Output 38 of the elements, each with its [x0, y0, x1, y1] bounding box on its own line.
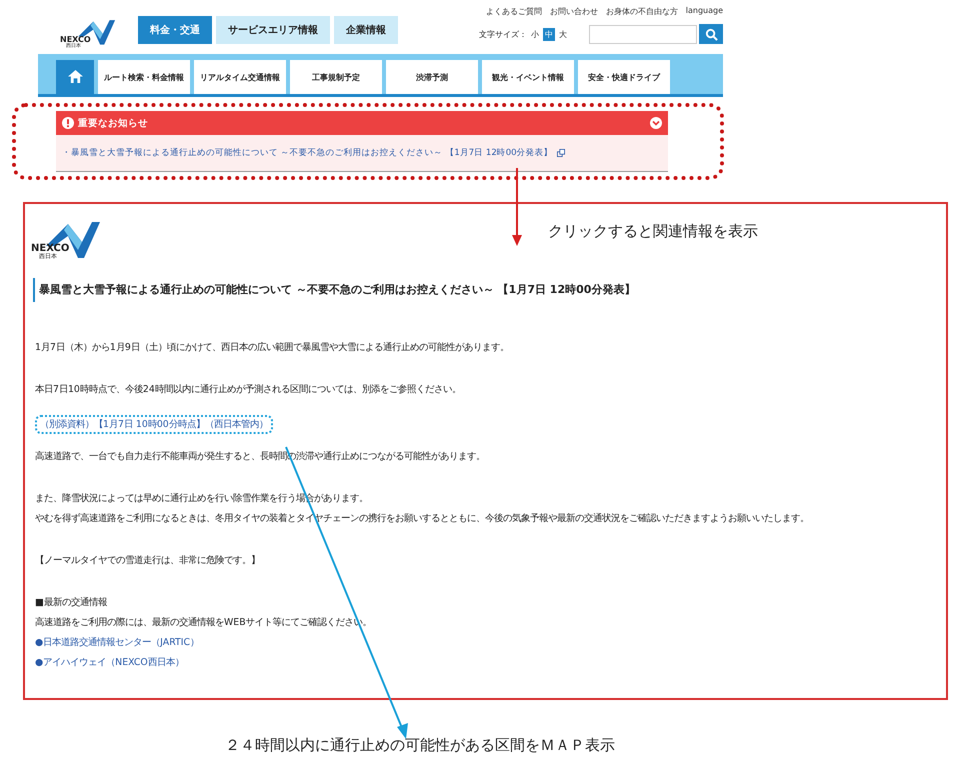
- nav-tab[interactable]: 観光・イベント情報: [482, 60, 574, 94]
- traffic-info-link[interactable]: ●アイハイウェイ（NEXCO西日本）: [35, 657, 184, 668]
- annotation-text: クリックすると関連情報を表示: [548, 222, 758, 241]
- nav-tab[interactable]: 渋滞予測: [386, 60, 478, 94]
- font-size-option[interactable]: 中: [543, 28, 555, 40]
- nav-tab[interactable]: 安全・快適ドライブ: [578, 60, 670, 94]
- logo-text: NEXCO: [60, 36, 91, 44]
- search-button[interactable]: [699, 24, 723, 44]
- warning-icon: [62, 117, 74, 129]
- utility-link[interactable]: よくあるご質問: [486, 6, 542, 17]
- utility-link[interactable]: お身体の不自由な方: [606, 6, 678, 17]
- home-icon: [68, 70, 82, 82]
- paragraph: 【ノーマルタイヤでの雪道走行は、非常に危険です。】: [35, 554, 261, 568]
- home-tab[interactable]: [56, 60, 94, 94]
- annotation-text: ２４時間以内に通行止めの可能性がある区間をＭＡＰ表示: [225, 736, 616, 755]
- header-tab[interactable]: サービスエリア情報: [216, 16, 330, 44]
- header-tab[interactable]: 企業情報: [334, 16, 398, 44]
- chevron-icon[interactable]: [650, 117, 662, 129]
- logo-text: NEXCO: [31, 244, 70, 254]
- utility-link[interactable]: お問い合わせ: [550, 6, 598, 17]
- font-size-label: 文字サイズ：: [479, 28, 527, 40]
- nav-tab[interactable]: 工事規制予定: [290, 60, 382, 94]
- external-link-icon: [556, 149, 565, 157]
- utility-link[interactable]: language: [686, 6, 723, 17]
- section-text: ■最新の交通情報: [35, 596, 108, 610]
- article-heading: 暴風雪と大雪予報による通行止めの可能性について ～不要不急のご利用はお控えください～ 【1月7日 12時00分発表】: [33, 278, 946, 302]
- notice-title: 重要なお知らせ: [78, 116, 148, 130]
- paragraph: 1月7日（木）から1月9日（土）頃にかけて、西日本の広い範囲で暴風雪や大雪による通行止めの可能性があります。: [35, 341, 510, 355]
- header-tab[interactable]: 料金・交通: [138, 16, 212, 44]
- font-size-option[interactable]: 大: [557, 28, 569, 40]
- attachment-link[interactable]: （別添資料）【1月7日 10時00分時点】（西日本管内）: [35, 415, 273, 434]
- search-field[interactable]: [589, 24, 697, 44]
- paragraph: 本日7日10時時点で、今後24時間以内に通行止めが予測される区間については、別添をご参照ください。: [35, 383, 462, 397]
- traffic-info-link[interactable]: ●日本道路交通情報センター（JARTIC）: [35, 637, 200, 648]
- font-size-option[interactable]: 小: [529, 28, 541, 40]
- search-icon: [704, 28, 718, 40]
- nav-tab[interactable]: ルート検索・料金情報: [98, 60, 190, 94]
- nav-tab[interactable]: リアルタイム交通情報: [194, 60, 286, 94]
